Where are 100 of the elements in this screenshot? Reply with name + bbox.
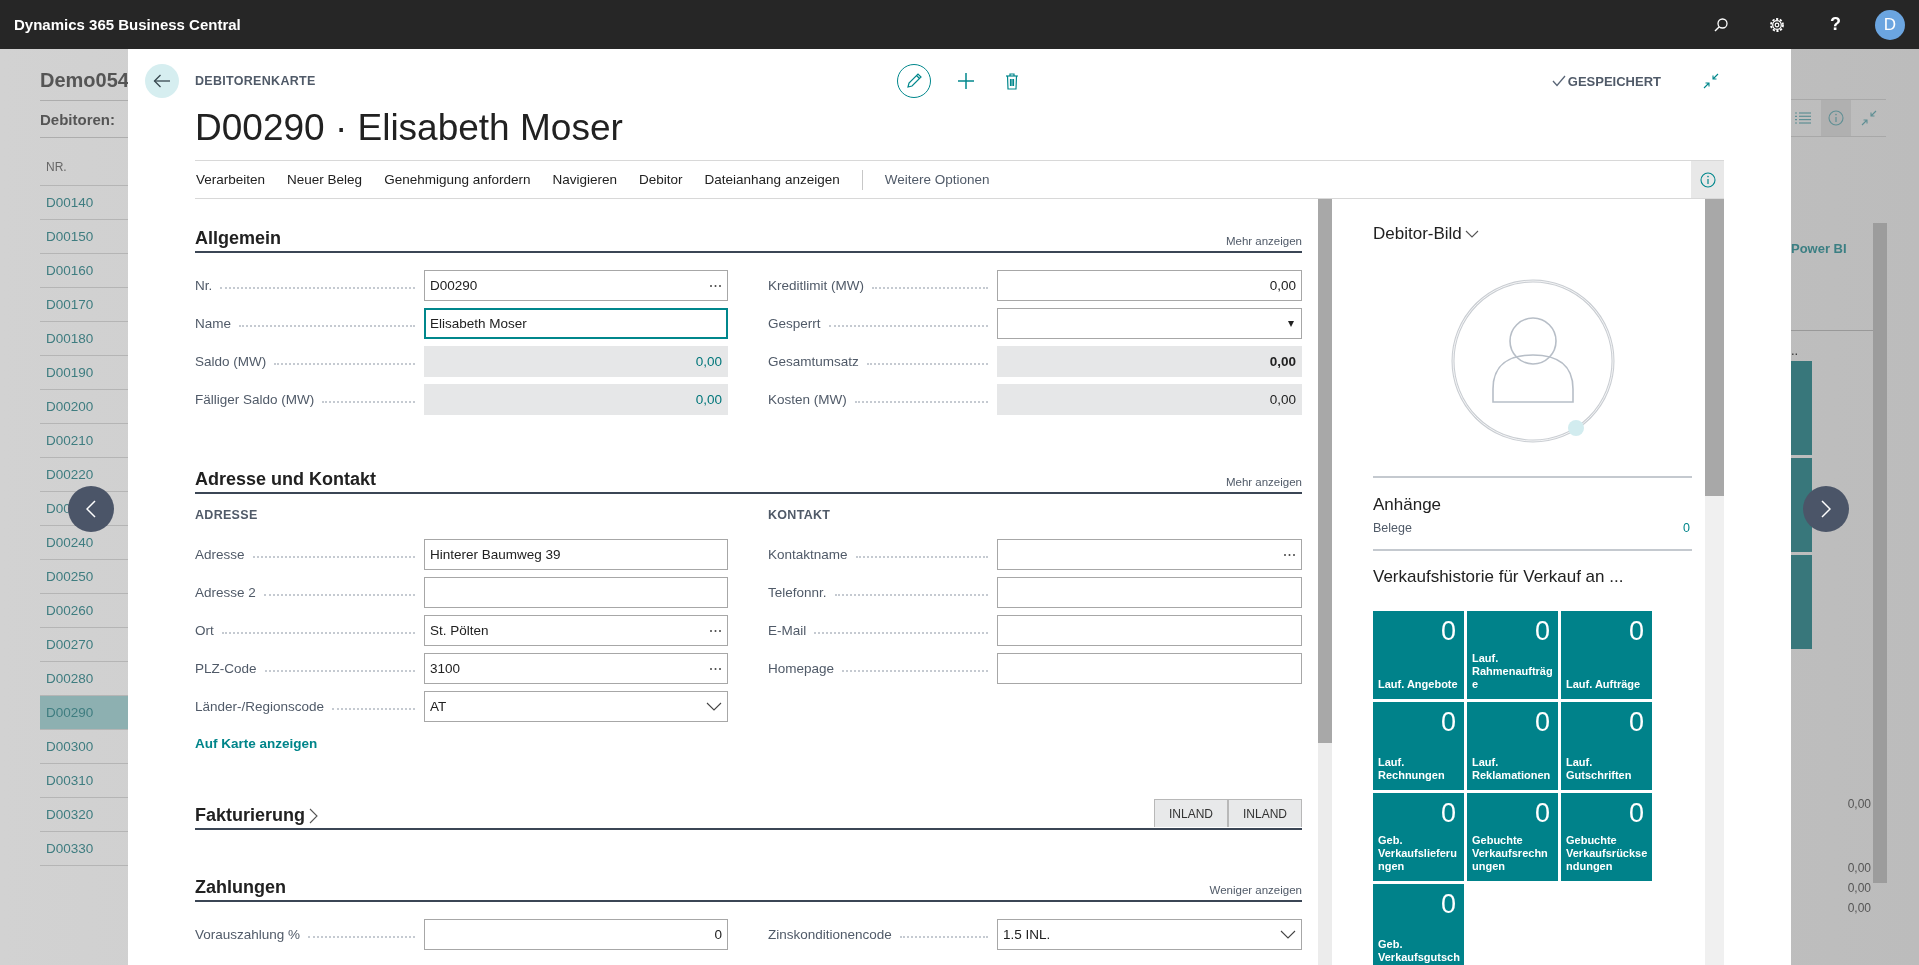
section-header[interactable]: Fakturierung INLAND INLAND <box>195 797 1302 830</box>
cue-tile[interactable]: 0 Lauf. Rechnungen <box>1373 702 1464 790</box>
action-menu-item[interactable]: Navigieren <box>552 172 618 187</box>
customer-number[interactable]: D00250 <box>46 569 94 584</box>
input-field[interactable]: Hinterer Baumweg 39 <box>424 539 728 570</box>
customer-number[interactable]: D00320 <box>46 807 94 822</box>
part-title[interactable]: Debitor-Bild <box>1373 224 1462 244</box>
cue-tile[interactable]: 0 Geb. Verkaufslieferungen <box>1373 793 1464 881</box>
dropdown-field[interactable]: AT <box>424 691 728 722</box>
input-field[interactable] <box>424 577 728 608</box>
input-field[interactable]: 0,00 <box>997 270 1302 301</box>
count-link[interactable]: 0 <box>1683 521 1692 535</box>
readonly-field: 0,00 <box>997 346 1302 377</box>
dropdown-field[interactable] <box>997 308 1302 339</box>
input-field[interactable] <box>997 615 1302 646</box>
field-label: Saldo (MW) <box>195 354 267 369</box>
amount-text: 0,00 <box>1846 860 1871 877</box>
list-icon <box>1795 112 1811 124</box>
previous-button[interactable] <box>68 486 114 532</box>
scrollbar[interactable] <box>1873 223 1887 883</box>
field-label: Homepage <box>768 661 835 676</box>
field-label: Gesperrt <box>768 316 821 331</box>
part-title: Anhänge <box>1373 495 1443 515</box>
user-avatar[interactable]: D <box>1875 9 1905 40</box>
lookup-field[interactable]: 3100 <box>424 653 728 684</box>
customer-number[interactable]: D00190 <box>46 365 94 380</box>
trash-icon <box>1004 72 1019 90</box>
more-options-button[interactable]: Weitere Optionen <box>884 172 990 187</box>
customer-number[interactable]: D00200 <box>46 399 94 414</box>
cue-tile[interactable]: 0 Lauf. Angebote <box>1373 611 1464 699</box>
customer-number[interactable]: D00300 <box>46 739 94 754</box>
section-header[interactable]: Adresse und Kontakt Mehr anzeigen <box>195 461 1302 494</box>
info-button[interactable] <box>1691 161 1724 198</box>
cue-tile[interactable]: 0 Lauf. Gutschriften <box>1561 702 1652 790</box>
customer-number[interactable]: D00270 <box>46 637 94 652</box>
cue-tile[interactable] <box>1791 555 1812 649</box>
customer-number[interactable]: D00330 <box>46 841 94 856</box>
info-button[interactable] <box>1821 100 1851 136</box>
action-menu-item[interactable]: Genehmigung anfordern <box>384 172 531 187</box>
field-label: PLZ-Code <box>195 661 257 676</box>
plus-icon <box>956 72 975 90</box>
customer-number[interactable]: D00140 <box>46 195 94 210</box>
field-label: Belege <box>1373 521 1412 535</box>
customer-number[interactable]: D00170 <box>46 297 94 312</box>
input-field[interactable] <box>997 653 1302 684</box>
amount-text: 0,00 <box>1846 880 1871 897</box>
cue-tile[interactable]: 0 Gebuchte Verkaufsrücksendungen <box>1561 793 1652 881</box>
action-menu-item[interactable]: Dateianhang anzeigen <box>704 172 840 187</box>
customer-number[interactable]: D00310 <box>46 773 94 788</box>
customer-number[interactable]: D00160 <box>46 263 94 278</box>
arrow-left-icon <box>153 74 171 88</box>
readonly-field: 0,00 <box>424 384 728 415</box>
map-link[interactable]: Auf Karte anzeigen <box>195 736 318 751</box>
cue-tile[interactable]: 0 Geb. Verkaufsgutsch <box>1373 884 1464 965</box>
customer-number[interactable]: D00150 <box>46 229 94 244</box>
section-header[interactable]: Zahlungen Weniger anzeigen <box>195 869 1302 902</box>
cue-tile[interactable]: 0 Lauf. Rahmenaufträge <box>1467 611 1558 699</box>
customer-number[interactable]: D00280 <box>46 671 94 686</box>
cue-tile[interactable]: 0 Gebuchte Verkaufsrechnungen <box>1467 793 1558 881</box>
chevron-down-icon <box>1280 930 1296 939</box>
customer-number[interactable]: D00180 <box>46 331 94 346</box>
back-button[interactable] <box>145 64 179 98</box>
scrollbar[interactable] <box>1318 199 1332 965</box>
ellipsis-icon <box>1283 552 1296 557</box>
field-label: Gesamtumsatz <box>768 354 859 369</box>
field-label: Vorauszahlung % <box>195 927 301 942</box>
field-label: Kontaktname <box>768 547 848 562</box>
help-button[interactable]: ? <box>1830 14 1841 35</box>
next-button[interactable] <box>1803 486 1849 532</box>
field-label: Länder-/Regionscode <box>195 699 325 714</box>
action-menu-item[interactable]: Verarbeiten <box>196 172 266 187</box>
field-label: Telefonnr. <box>768 585 827 600</box>
cue-tile[interactable] <box>1791 361 1812 455</box>
amount-text: 0,00 <box>1846 796 1871 813</box>
cue-tile[interactable]: 0 Lauf. Reklamationen <box>1467 702 1558 790</box>
input-field[interactable]: 0 <box>424 919 728 950</box>
scrollbar[interactable] <box>1705 199 1724 965</box>
settings-button[interactable] <box>1768 15 1786 34</box>
customer-number[interactable]: D00220 <box>46 467 94 482</box>
input-field[interactable] <box>997 577 1302 608</box>
lookup-field[interactable]: D00290 <box>424 270 728 301</box>
field-label: Kosten (MW) <box>768 392 847 407</box>
action-menu-item[interactable]: Debitor <box>639 172 683 187</box>
action-menu-item[interactable]: Neuer Beleg <box>287 172 363 187</box>
customer-number[interactable]: D00210 <box>46 433 94 448</box>
chevron-down-icon <box>706 702 722 711</box>
caret-icon <box>1288 320 1294 327</box>
customer-number[interactable]: D00240 <box>46 535 94 550</box>
search-icon <box>1714 17 1728 32</box>
lookup-field[interactable] <box>997 539 1302 570</box>
cue-tile[interactable]: 0 Lauf. Aufträge <box>1561 611 1652 699</box>
summary-chip: INLAND <box>1228 799 1302 827</box>
lookup-field[interactable]: St. Pölten <box>424 615 728 646</box>
customer-number[interactable]: D00260 <box>46 603 94 618</box>
input-field[interactable]: Elisabeth Moser <box>424 308 728 339</box>
section-header[interactable]: Allgemein Mehr anzeigen <box>195 220 1302 253</box>
app-title: Dynamics 365 Business Central <box>14 16 241 33</box>
dropdown-field[interactable]: 1.5 INL. <box>997 919 1302 950</box>
search-button[interactable] <box>1714 17 1728 32</box>
readonly-field: 0,00 <box>424 346 728 377</box>
